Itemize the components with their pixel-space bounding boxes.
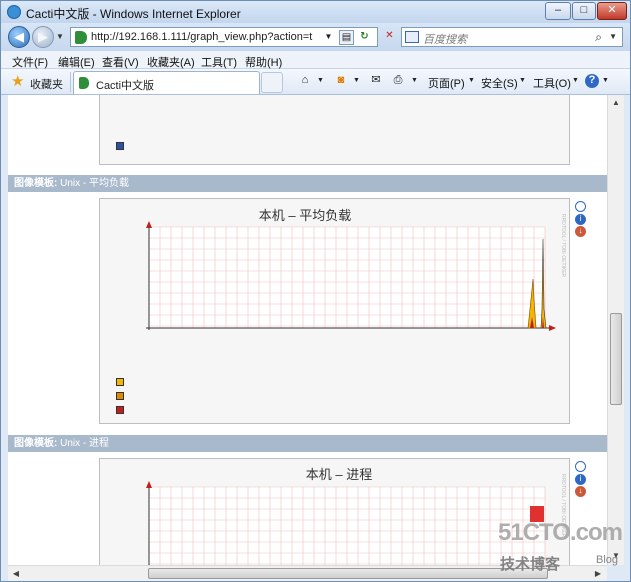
refresh-icon[interactable]: ↻: [357, 30, 372, 45]
watermark-brand: 51CTO.com: [498, 519, 623, 546]
cacti-tab-icon: [79, 77, 89, 89]
menu-favorites[interactable]: 收藏夹(A): [147, 54, 195, 70]
properties-icon[interactable]: i: [575, 474, 586, 485]
mail-icon[interactable]: ✉: [369, 74, 383, 88]
vertical-scrollbar[interactable]: ▲ ▼: [607, 95, 624, 565]
menu-help[interactable]: 帮助(H): [245, 54, 282, 70]
menu-tools[interactable]: 工具(T): [201, 54, 237, 70]
header-template-name: Unix - 进程: [60, 438, 110, 449]
menu-file[interactable]: 文件(F): [12, 54, 48, 70]
title-bar: Cacti中文版 - Windows Internet Explorer – □…: [1, 1, 630, 23]
favorites-bar: ★ 收藏夹 Cacti中文版 ⌂ ▼ ◙ ▼ ✉ ⎙ ▼ 页面(P) ▼ 安全(…: [1, 69, 630, 95]
search-box[interactable]: 百度搜索 ⌕ ▼: [401, 27, 623, 47]
zoom-icon[interactable]: [575, 461, 586, 472]
legend-swatch: [116, 142, 124, 150]
print-dropdown-icon[interactable]: ▼: [411, 77, 418, 84]
navigation-bar: ◀ ▶ ▼ http://192.168.1.111/graph_view.ph…: [1, 23, 630, 51]
favorites-divider: [70, 72, 71, 92]
browser-window: Cacti中文版 - Windows Internet Explorer – □…: [0, 0, 631, 582]
vertical-scroll-thumb[interactable]: [610, 313, 622, 405]
back-button[interactable]: ◀: [8, 26, 30, 48]
home-dropdown-icon[interactable]: ▼: [317, 77, 324, 84]
search-go-icon[interactable]: ⌕: [595, 30, 602, 45]
new-tab-button[interactable]: [261, 72, 283, 93]
search-input[interactable]: 百度搜索: [423, 31, 467, 47]
window-title: Cacti中文版 - Windows Internet Explorer: [26, 7, 241, 21]
scroll-up-icon[interactable]: ▲: [609, 96, 623, 110]
menu-bar: 文件(F) 编辑(E) 查看(V) 收藏夹(A) 工具(T) 帮助(H): [1, 51, 630, 69]
load-graph: 本机 – 平均负载 RRDTOOL / TOBI OETIKER: [146, 208, 566, 331]
browser-tab[interactable]: Cacti中文版: [73, 71, 260, 94]
graph-title: 本机 – 进程: [306, 467, 372, 482]
watermark-blog: Blog: [596, 554, 619, 566]
maximize-button[interactable]: □: [572, 2, 596, 20]
graph-panel-partial: [99, 95, 570, 165]
safety-dropdown-icon[interactable]: ▼: [519, 77, 526, 84]
horizontal-scroll-thumb[interactable]: [148, 568, 548, 579]
menu-view[interactable]: 查看(V): [102, 54, 139, 70]
scroll-left-icon[interactable]: ◀: [9, 567, 23, 581]
menu-edit[interactable]: 编辑(E): [58, 54, 95, 70]
minimize-button[interactable]: –: [545, 2, 571, 20]
cacti-favicon-icon: [75, 31, 87, 44]
tools-menu[interactable]: 工具(O): [533, 75, 571, 91]
csv-export-icon[interactable]: ↓: [575, 226, 586, 237]
rss-feed-icon[interactable]: ◙: [334, 74, 348, 88]
site-watermark: 51CTO.com 技术博客 Blog: [498, 519, 628, 579]
ie-icon: [7, 5, 21, 19]
legend-swatch-15: [116, 406, 124, 414]
graph-panel-load[interactable]: 本机 – 平均负载 RRDTOOL / TOBI OETIKER: [99, 198, 570, 424]
stop-icon[interactable]: ✕: [382, 29, 397, 44]
search-dropdown-icon[interactable]: ▼: [609, 32, 617, 41]
zoom-icon[interactable]: [575, 201, 586, 212]
favorites-star-icon[interactable]: ★: [11, 72, 24, 90]
header-label: 图像模板:: [14, 438, 58, 449]
header-label: 图像模板:: [14, 178, 58, 189]
safety-menu[interactable]: 安全(S): [481, 75, 518, 91]
legend-swatch-1: [116, 378, 124, 386]
graph-grid: [148, 226, 546, 328]
rss-dropdown-icon[interactable]: ▼: [353, 77, 360, 84]
address-bar[interactable]: http://192.168.1.111/graph_view.php?acti…: [70, 27, 378, 47]
graph-template-header-processes: 图像模板: Unix - 进程: [8, 435, 607, 452]
legend-swatch-5: [116, 392, 124, 400]
tools-dropdown-icon[interactable]: ▼: [572, 77, 579, 84]
baidu-search-icon: [405, 31, 419, 43]
tab-label: Cacti中文版: [96, 80, 155, 92]
print-icon[interactable]: ⎙: [391, 74, 405, 88]
favorites-button[interactable]: 收藏夹: [30, 76, 63, 92]
rrdtool-credit: RRDTOOL / TOBI OETIKER: [560, 214, 566, 278]
page-menu[interactable]: 页面(P): [428, 75, 465, 91]
graph-title: 本机 – 平均负载: [259, 208, 351, 223]
help-icon[interactable]: ?: [585, 74, 599, 88]
graph-template-header-load: 图像模板: Unix - 平均负载: [8, 175, 607, 192]
page-content: 图像模板: Unix - 平均负载 本机 – 平均负载 RRDTOOL / TO…: [8, 95, 607, 565]
address-input[interactable]: http://192.168.1.111/graph_view.php?acti…: [91, 31, 316, 43]
close-button[interactable]: ✕: [597, 2, 627, 20]
watermark-sub: 技术博客: [500, 556, 561, 573]
page-dropdown-icon[interactable]: ▼: [468, 77, 475, 84]
home-icon[interactable]: ⌂: [298, 74, 312, 88]
address-dropdown-icon[interactable]: ▼: [321, 30, 336, 45]
compat-view-icon[interactable]: ▤: [339, 30, 354, 45]
properties-icon[interactable]: i: [575, 214, 586, 225]
header-template-name: Unix - 平均负载: [60, 178, 130, 189]
forward-button[interactable]: ▶: [32, 26, 54, 48]
csv-export-icon[interactable]: ↓: [575, 486, 586, 497]
history-dropdown-icon[interactable]: ▼: [56, 32, 64, 41]
help-dropdown-icon[interactable]: ▼: [602, 77, 609, 84]
